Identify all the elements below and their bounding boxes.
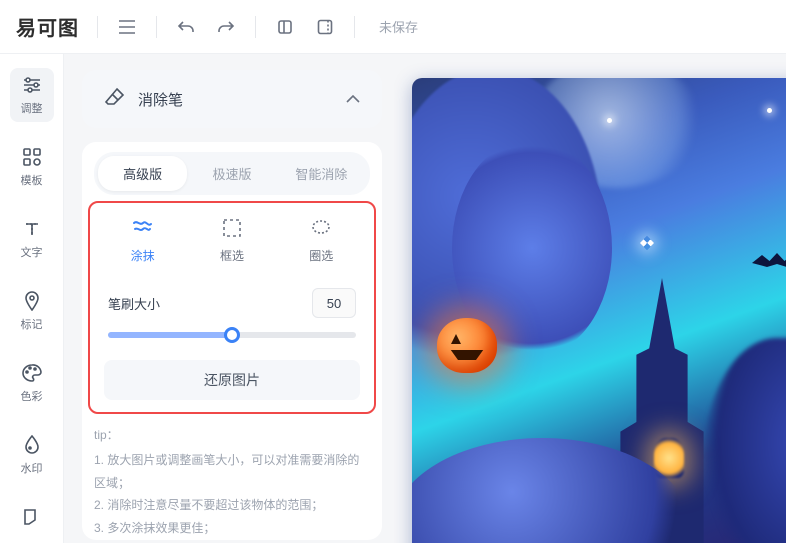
star-shape: [767, 108, 772, 113]
separator: [255, 16, 256, 38]
accordion-title: 消除笔: [138, 89, 334, 110]
redo-icon[interactable]: [215, 16, 237, 38]
sidebar-item-label: 模板: [21, 172, 43, 188]
droplet-icon: [21, 434, 43, 456]
crop-icon[interactable]: [274, 16, 296, 38]
tool-label: 涂抹: [131, 247, 155, 264]
bat-shape: [752, 253, 786, 273]
separator: [354, 16, 355, 38]
pumpkin-shape: [437, 318, 497, 373]
sidebar-item-label: 色彩: [21, 388, 43, 404]
tool-rect-select[interactable]: 框选: [197, 217, 267, 264]
tip-item: 2. 消除时注意尽量不要超过该物体的范围；: [94, 494, 370, 517]
pin-icon: [21, 290, 43, 312]
brush-size-label: 笔刷大小: [108, 294, 160, 313]
sliders-icon: [21, 74, 43, 96]
sidebar-item-label: 水印: [21, 460, 43, 476]
marquee-icon: [221, 217, 243, 239]
separator: [97, 16, 98, 38]
tab-advanced[interactable]: 高级版: [98, 156, 187, 191]
eraser-accordion[interactable]: 消除笔: [82, 70, 382, 128]
sidebar-item-label: 调整: [21, 100, 43, 116]
sparkle-shape: [640, 236, 654, 250]
separator: [156, 16, 157, 38]
tab-fast[interactable]: 极速版: [187, 156, 276, 191]
brush-size-value[interactable]: 50: [312, 288, 356, 318]
lasso-icon: [310, 217, 332, 239]
sidebar-item-template[interactable]: 模板: [10, 140, 54, 194]
tool-options-group: 涂抹 框选 圈选 笔刷大小 50: [88, 201, 376, 414]
tool-lasso[interactable]: 圈选: [286, 217, 356, 264]
slider-fill: [108, 332, 232, 338]
tip-item: 1. 放大图片或调整画笔大小，可以对准需要消除的区域；: [94, 449, 370, 495]
sidebar-item-adjust[interactable]: 调整: [10, 68, 54, 122]
brush-size-slider[interactable]: [108, 332, 356, 338]
top-toolbar: 易可图 未保存: [0, 0, 786, 54]
tool-panel: 消除笔 高级版 极速版 智能消除 涂抹 框选: [64, 54, 394, 543]
app-logo: 易可图: [16, 12, 79, 41]
scribble-icon: [132, 217, 154, 239]
undo-icon[interactable]: [175, 16, 197, 38]
star-shape: [607, 118, 612, 123]
mode-tabs: 高级版 极速版 智能消除: [94, 152, 370, 195]
sidebar-item-label: 文字: [21, 244, 43, 260]
tool-brush[interactable]: 涂抹: [108, 217, 178, 264]
canvas-image[interactable]: [412, 78, 786, 543]
shape-icon: [21, 506, 43, 528]
menu-icon[interactable]: [116, 16, 138, 38]
palette-icon: [21, 362, 43, 384]
eraser-icon: [104, 87, 126, 112]
sidebar: 调整 模板 文字 标记 色彩 水印: [0, 54, 64, 543]
sidebar-item-more[interactable]: [10, 500, 54, 534]
chevron-up-icon: [346, 90, 360, 108]
sidebar-item-text[interactable]: 文字: [10, 212, 54, 266]
tool-label: 框选: [220, 247, 244, 264]
tips-block: tip： 1. 放大图片或调整画笔大小，可以对准需要消除的区域； 2. 消除时注…: [88, 414, 376, 540]
save-status: 未保存: [379, 17, 418, 36]
slider-thumb[interactable]: [224, 327, 240, 343]
grid-icon: [21, 146, 43, 168]
sidebar-item-watermark[interactable]: 水印: [10, 428, 54, 482]
sidebar-item-color[interactable]: 色彩: [10, 356, 54, 410]
tip-heading: tip：: [94, 424, 370, 447]
swirl-shape: [702, 338, 786, 543]
text-icon: [21, 218, 43, 240]
expand-icon[interactable]: [314, 16, 336, 38]
sidebar-item-mark[interactable]: 标记: [10, 284, 54, 338]
canvas-area: [394, 54, 786, 543]
tool-label: 圈选: [309, 247, 333, 264]
restore-image-button[interactable]: 还原图片: [104, 360, 360, 400]
sidebar-item-label: 标记: [21, 316, 43, 332]
tab-smart[interactable]: 智能消除: [277, 156, 366, 191]
tip-item: 3. 多次涂抹效果更佳；: [94, 517, 370, 540]
